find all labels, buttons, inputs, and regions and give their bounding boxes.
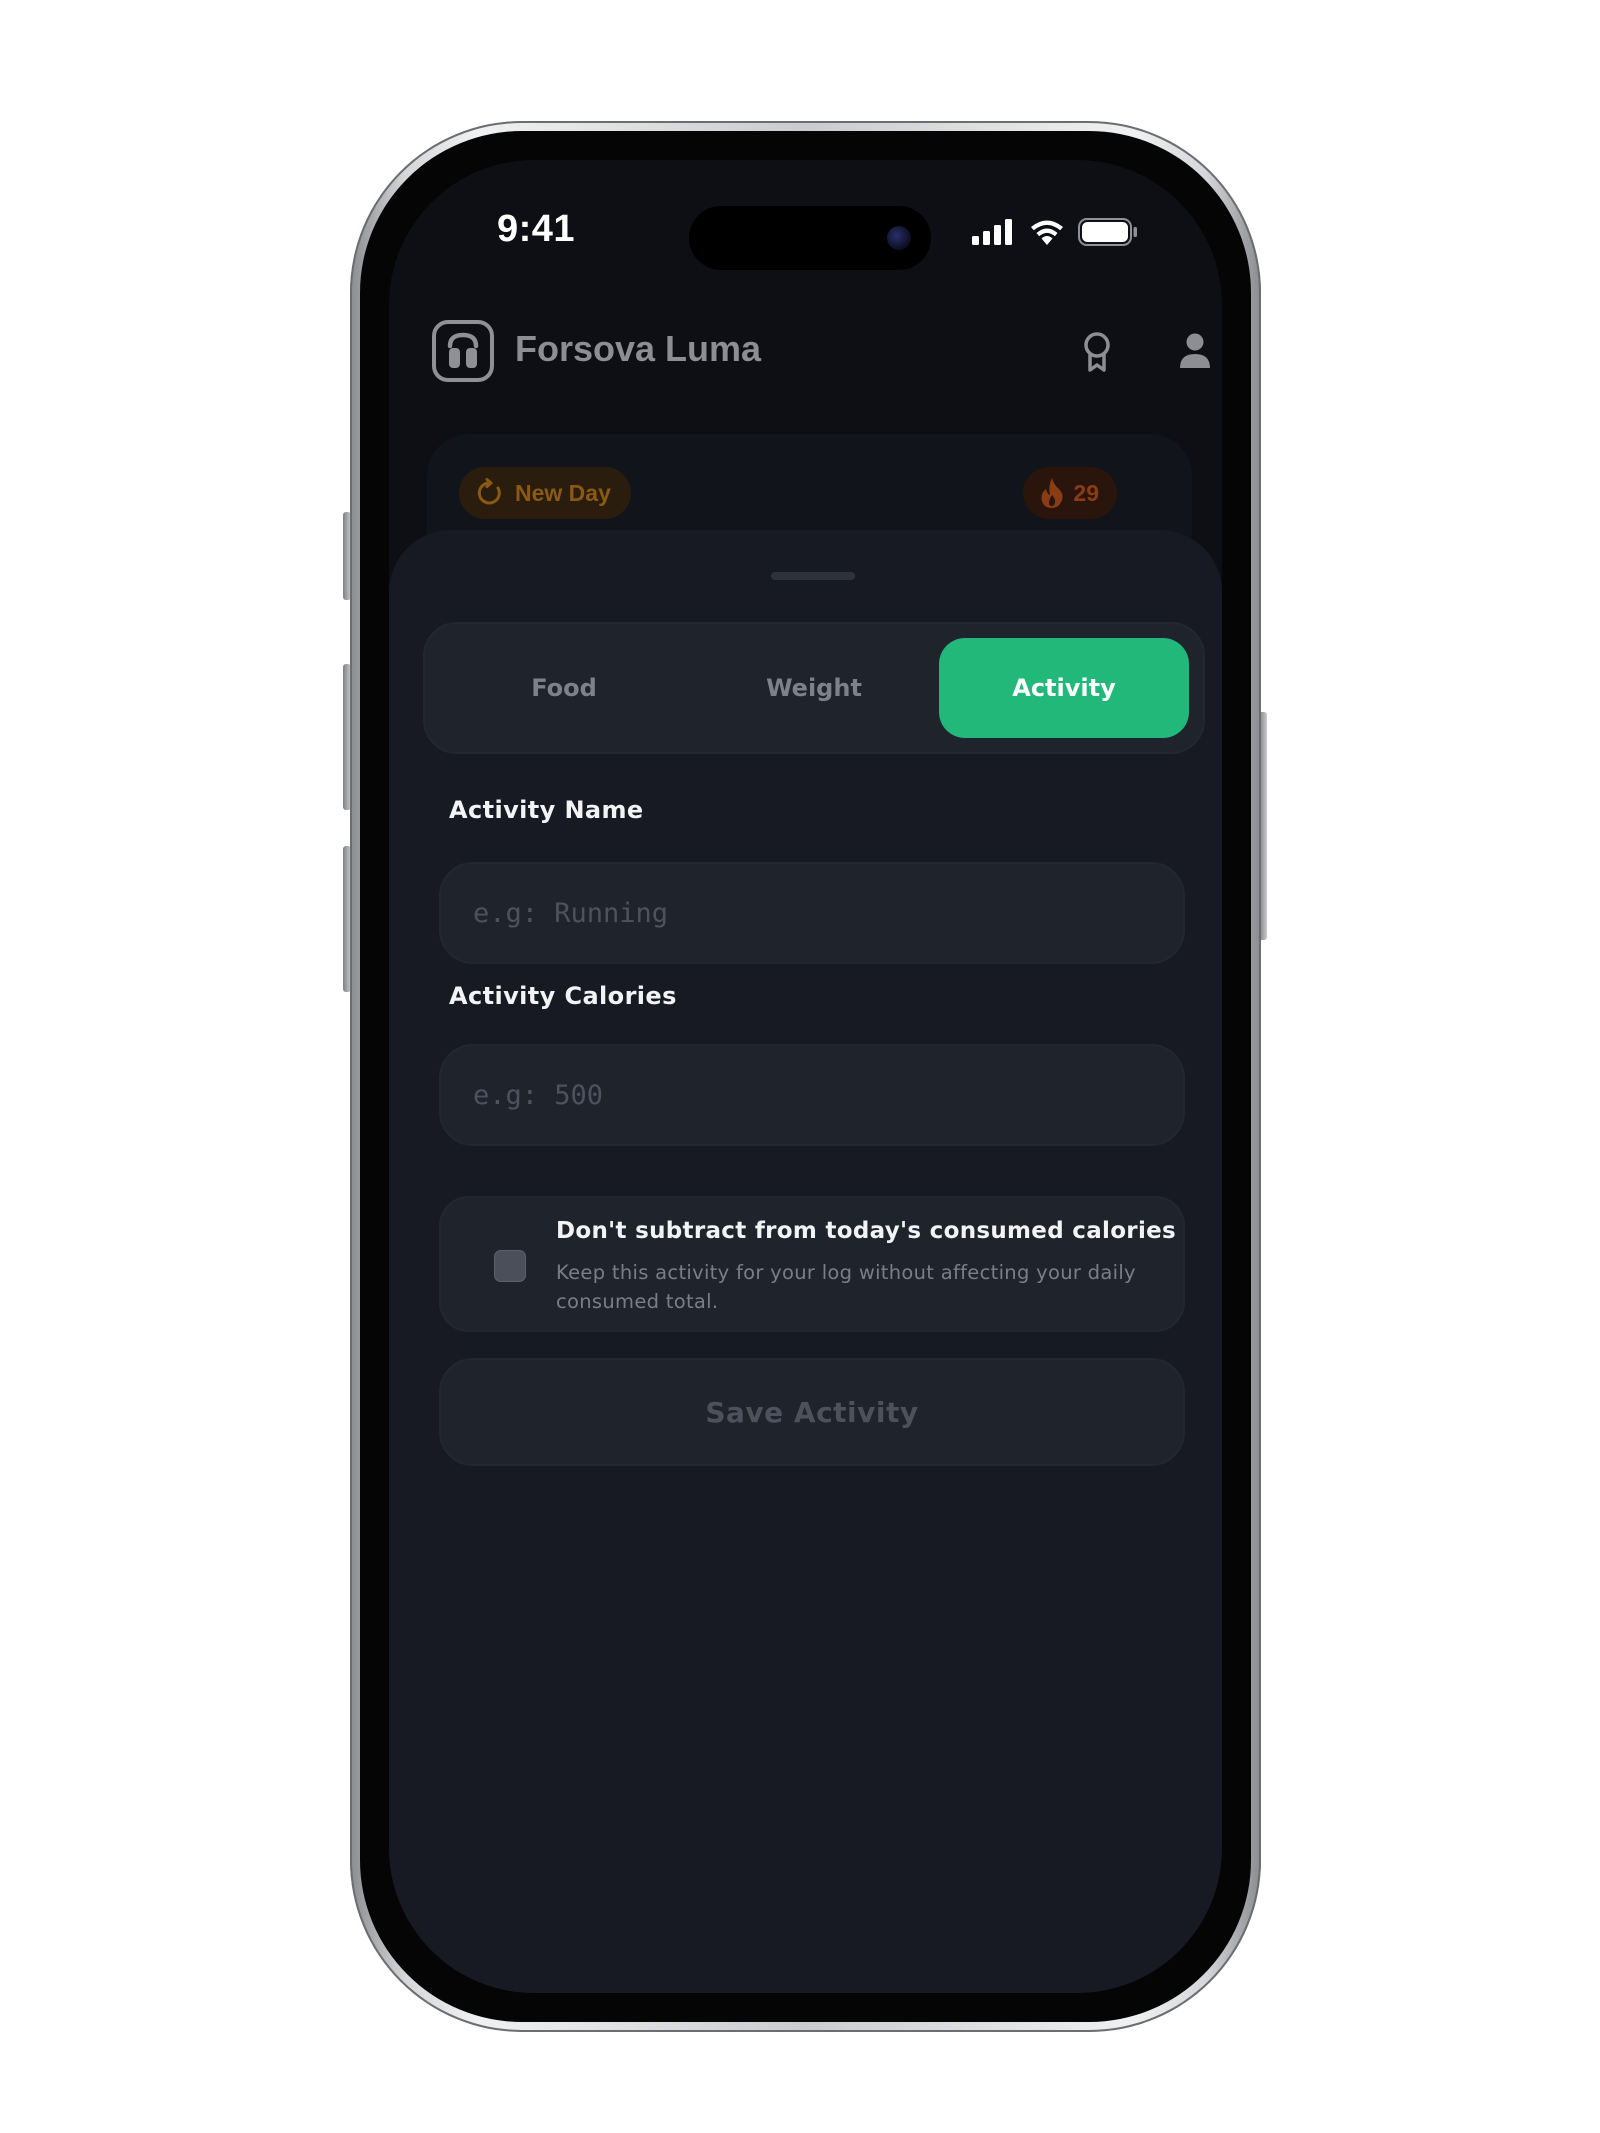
dynamic-island — [689, 206, 931, 270]
battery-icon — [1078, 218, 1137, 246]
exclude-calories-title: Don't subtract from today's consumed cal… — [556, 1218, 1177, 1244]
activity-name-input[interactable] — [439, 862, 1185, 964]
phone-screen: 9:41 Forsova Luma New Day 29 Food Weight… — [389, 160, 1222, 1993]
add-entry-sheet: Food Weight Activity Activity Name Activ… — [389, 530, 1222, 1993]
exclude-calories-option[interactable]: Don't subtract from today's consumed cal… — [439, 1196, 1185, 1332]
entry-type-tabs: Food Weight Activity — [423, 622, 1205, 754]
streak-badge[interactable]: 29 — [1023, 467, 1117, 519]
sheet-grabber[interactable] — [771, 572, 855, 580]
app-title: Forsova Luma — [515, 328, 762, 369]
cellular-signal-icon — [972, 219, 1012, 245]
phone-frame: 9:41 Forsova Luma New Day 29 Food Weight… — [350, 121, 1261, 2032]
camera-icon — [887, 226, 911, 250]
stage: 9:41 Forsova Luma New Day 29 Food Weight… — [0, 0, 1600, 2133]
flame-icon — [1041, 478, 1063, 508]
wifi-icon — [1031, 220, 1063, 245]
tab-activity[interactable]: Activity — [939, 638, 1189, 738]
save-activity-button[interactable]: Save Activity — [439, 1358, 1185, 1466]
new-day-label: New Day — [515, 479, 611, 506]
activity-calories-input[interactable] — [439, 1044, 1185, 1146]
user-icon[interactable] — [1178, 332, 1212, 376]
streak-count: 29 — [1073, 479, 1099, 506]
phone-bezel: 9:41 Forsova Luma New Day 29 Food Weight… — [360, 131, 1251, 2022]
tab-weight[interactable]: Weight — [689, 638, 939, 738]
exclude-calories-checkbox[interactable] — [494, 1250, 526, 1282]
new-day-button[interactable]: New Day — [459, 467, 631, 519]
activity-calories-label: Activity Calories — [449, 982, 677, 1010]
award-icon[interactable] — [1079, 330, 1115, 378]
app-logo-icon — [432, 320, 494, 382]
status-icons — [972, 218, 1138, 246]
refresh-icon — [477, 478, 501, 505]
exclude-calories-description: Keep this activity for your log without … — [556, 1261, 1136, 1313]
tab-food[interactable]: Food — [439, 638, 689, 738]
status-time: 9:41 — [497, 208, 576, 250]
activity-name-label: Activity Name — [449, 796, 644, 824]
